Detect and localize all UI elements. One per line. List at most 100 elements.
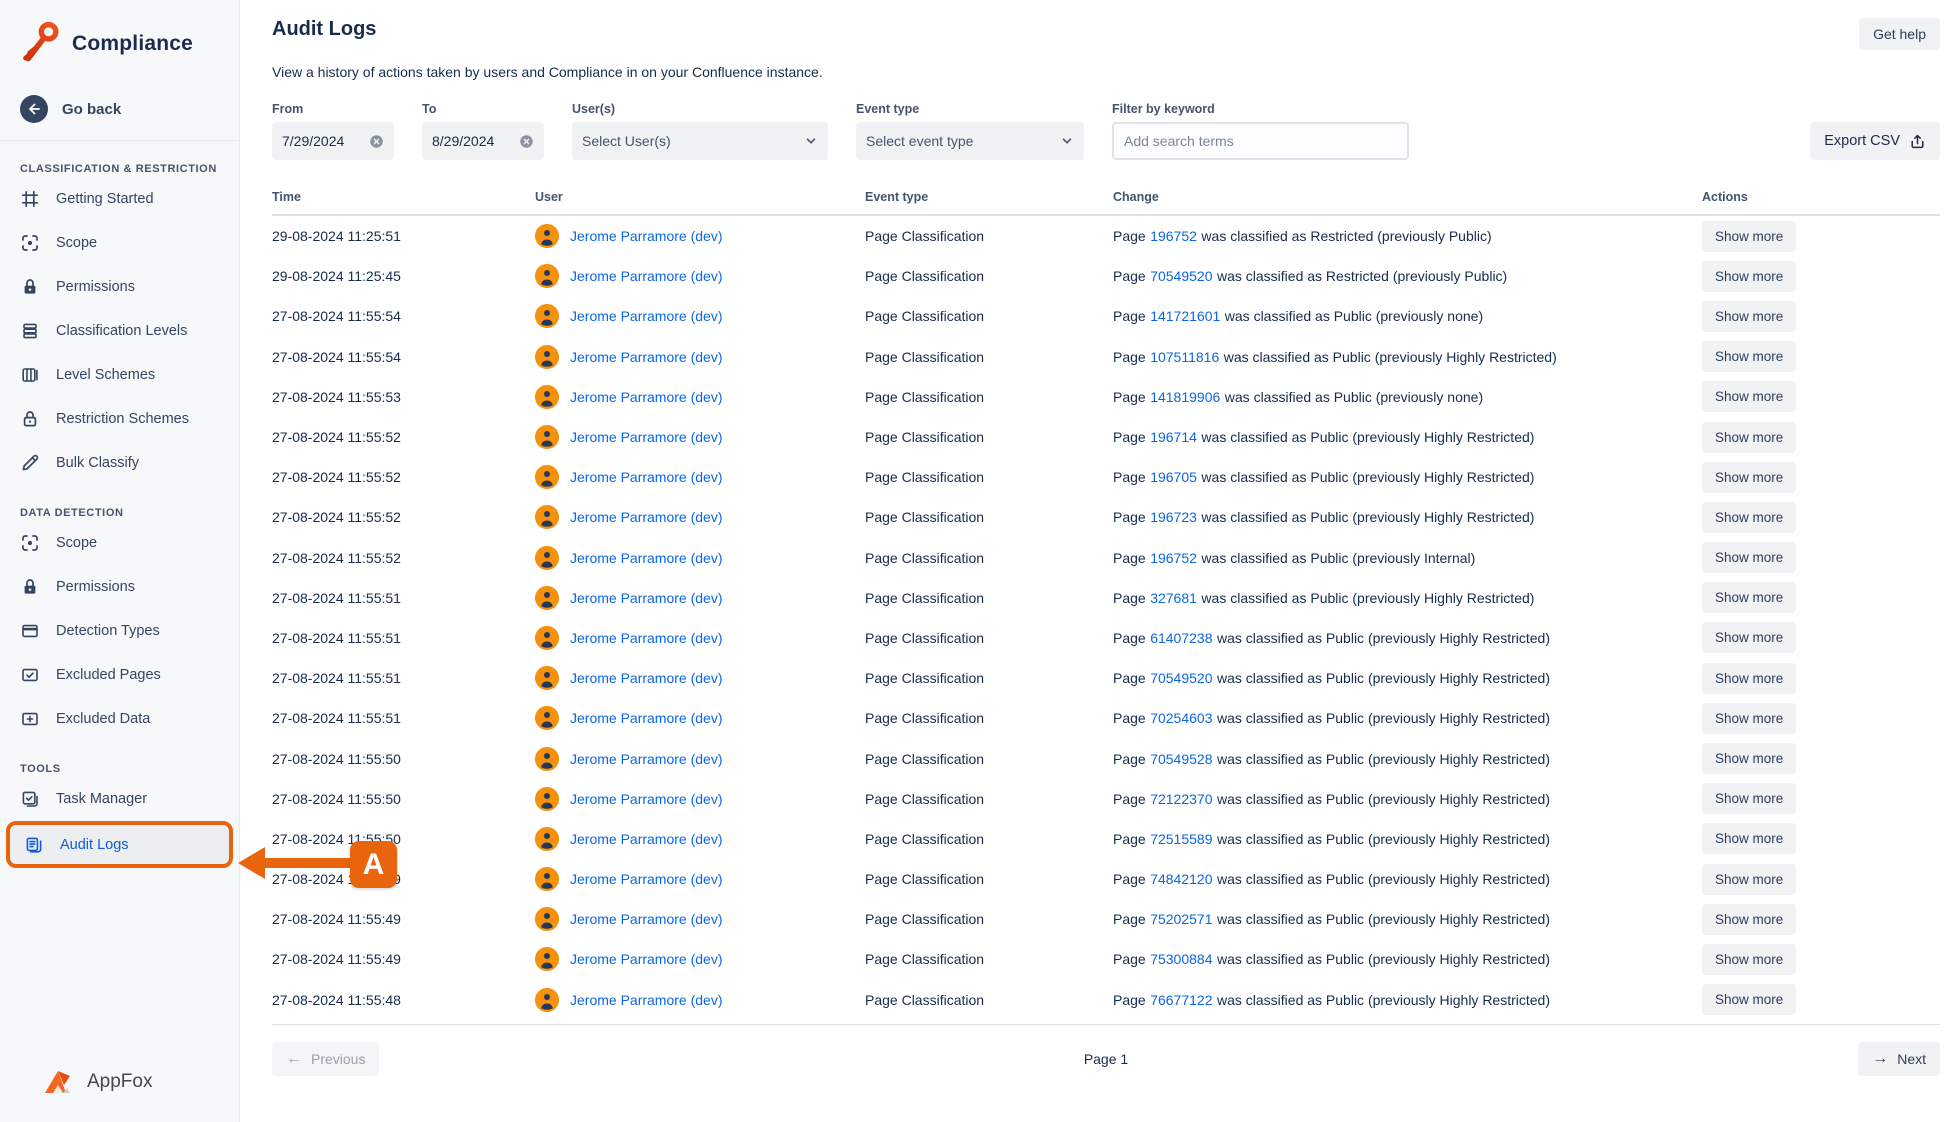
next-page-button[interactable]: → Next	[1858, 1042, 1940, 1076]
show-more-button[interactable]: Show more	[1702, 462, 1796, 493]
user-link[interactable]: Jerome Parramore (dev)	[570, 590, 723, 606]
sidebar-item-permissions-classification[interactable]: Permissions	[0, 265, 239, 309]
table-row: 27-08-2024 11:55:53 Jerome Parramore (de…	[272, 377, 1940, 417]
page-link[interactable]: 72515589	[1150, 831, 1212, 847]
show-more-button[interactable]: Show more	[1702, 422, 1796, 453]
event-type-select[interactable]: Select event type	[856, 122, 1084, 160]
change-text: was classified as Public (previously Hig…	[1224, 349, 1557, 365]
sidebar-item-level-schemes[interactable]: Level Schemes	[0, 353, 239, 397]
user-link[interactable]: Jerome Parramore (dev)	[570, 911, 723, 927]
show-more-button[interactable]: Show more	[1702, 984, 1796, 1015]
section-tools: TOOLS	[0, 763, 239, 777]
user-link[interactable]: Jerome Parramore (dev)	[570, 469, 723, 485]
user-link[interactable]: Jerome Parramore (dev)	[570, 951, 723, 967]
page-link[interactable]: 141819906	[1150, 389, 1220, 405]
user-link[interactable]: Jerome Parramore (dev)	[570, 389, 723, 405]
sidebar-item-task-manager[interactable]: Task Manager	[0, 777, 239, 821]
user-link[interactable]: Jerome Parramore (dev)	[570, 992, 723, 1008]
clear-icon[interactable]	[369, 134, 384, 149]
page-link[interactable]: 196752	[1150, 550, 1197, 566]
sidebar-item-audit-logs[interactable]: Audit Logs	[6, 821, 233, 868]
user-cell: Jerome Parramore (dev)	[535, 586, 865, 610]
show-more-button[interactable]: Show more	[1702, 221, 1796, 252]
go-back-button[interactable]: Go back	[0, 92, 239, 126]
show-more-button[interactable]: Show more	[1702, 663, 1796, 694]
page-link[interactable]: 75202571	[1150, 911, 1212, 927]
keyword-search-input[interactable]	[1124, 133, 1397, 149]
sidebar-item-excluded-data[interactable]: Excluded Data	[0, 697, 239, 741]
clear-icon[interactable]	[519, 134, 534, 149]
show-more-button[interactable]: Show more	[1702, 582, 1796, 613]
user-link[interactable]: Jerome Parramore (dev)	[570, 429, 723, 445]
show-more-button[interactable]: Show more	[1702, 823, 1796, 854]
sidebar-item-classification-levels[interactable]: Classification Levels	[0, 309, 239, 353]
page-link[interactable]: 327681	[1150, 590, 1197, 606]
change-text: was classified as Public (previously Hig…	[1217, 710, 1550, 726]
show-more-button[interactable]: Show more	[1702, 622, 1796, 653]
user-link[interactable]: Jerome Parramore (dev)	[570, 670, 723, 686]
user-link[interactable]: Jerome Parramore (dev)	[570, 791, 723, 807]
show-more-button[interactable]: Show more	[1702, 783, 1796, 814]
plusbox-icon	[20, 709, 40, 729]
table-row: 27-08-2024 11:55:52 Jerome Parramore (de…	[272, 457, 1940, 497]
show-more-button[interactable]: Show more	[1702, 261, 1796, 292]
users-select[interactable]: Select User(s)	[572, 122, 828, 160]
show-more-button[interactable]: Show more	[1702, 542, 1796, 573]
show-more-button[interactable]: Show more	[1702, 743, 1796, 774]
user-cell: Jerome Parramore (dev)	[535, 626, 865, 650]
user-link[interactable]: Jerome Parramore (dev)	[570, 228, 723, 244]
previous-page-button[interactable]: ← Previous	[272, 1042, 379, 1076]
show-more-button[interactable]: Show more	[1702, 341, 1796, 372]
user-link[interactable]: Jerome Parramore (dev)	[570, 871, 723, 887]
user-link[interactable]: Jerome Parramore (dev)	[570, 831, 723, 847]
user-link[interactable]: Jerome Parramore (dev)	[570, 349, 723, 365]
change-cell: Page 70549520 was classified as Restrict…	[1113, 268, 1702, 284]
to-date-input[interactable]: 8/29/2024	[422, 122, 544, 160]
page-link[interactable]: 70549520	[1150, 268, 1212, 284]
sidebar-item-bulk-classify[interactable]: Bulk Classify	[0, 441, 239, 485]
page-link[interactable]: 70254603	[1150, 710, 1212, 726]
page-link[interactable]: 61407238	[1150, 630, 1212, 646]
change-cell: Page 61407238 was classified as Public (…	[1113, 630, 1702, 646]
sidebar-item-excluded-pages[interactable]: Excluded Pages	[0, 653, 239, 697]
page-link[interactable]: 76677122	[1150, 992, 1212, 1008]
user-link[interactable]: Jerome Parramore (dev)	[570, 550, 723, 566]
show-more-button[interactable]: Show more	[1702, 904, 1796, 935]
user-link[interactable]: Jerome Parramore (dev)	[570, 751, 723, 767]
show-more-button[interactable]: Show more	[1702, 944, 1796, 975]
user-link[interactable]: Jerome Parramore (dev)	[570, 710, 723, 726]
page-link[interactable]: 107511816	[1150, 349, 1219, 365]
change-prefix: Page	[1113, 509, 1146, 525]
sidebar-item-restriction-schemes[interactable]: Restriction Schemes	[0, 397, 239, 441]
page-link[interactable]: 196752	[1150, 228, 1197, 244]
document-copy-icon	[24, 835, 44, 855]
page-link[interactable]: 141721601	[1150, 308, 1220, 324]
page-link[interactable]: 196723	[1150, 509, 1197, 525]
page-link[interactable]: 72122370	[1150, 791, 1212, 807]
user-link[interactable]: Jerome Parramore (dev)	[570, 268, 723, 284]
show-more-button[interactable]: Show more	[1702, 703, 1796, 734]
page-link[interactable]: 75300884	[1150, 951, 1212, 967]
show-more-button[interactable]: Show more	[1702, 502, 1796, 533]
page-link[interactable]: 196705	[1150, 469, 1197, 485]
user-link[interactable]: Jerome Parramore (dev)	[570, 509, 723, 525]
page-link[interactable]: 70549520	[1150, 670, 1212, 686]
user-avatar-icon	[535, 947, 559, 971]
sidebar-item-scope-detection[interactable]: Scope	[0, 521, 239, 565]
actions-cell: Show more	[1702, 422, 1940, 453]
page-link[interactable]: 196714	[1150, 429, 1197, 445]
show-more-button[interactable]: Show more	[1702, 301, 1796, 332]
from-date-input[interactable]: 7/29/2024	[272, 122, 394, 160]
export-csv-button[interactable]: Export CSV	[1810, 122, 1940, 160]
sidebar-item-scope-classification[interactable]: Scope	[0, 221, 239, 265]
show-more-button[interactable]: Show more	[1702, 864, 1796, 895]
page-link[interactable]: 70549528	[1150, 751, 1212, 767]
user-link[interactable]: Jerome Parramore (dev)	[570, 308, 723, 324]
sidebar-item-getting-started[interactable]: Getting Started	[0, 177, 239, 221]
get-help-button[interactable]: Get help	[1859, 18, 1940, 50]
page-link[interactable]: 74842120	[1150, 871, 1212, 887]
user-link[interactable]: Jerome Parramore (dev)	[570, 630, 723, 646]
show-more-button[interactable]: Show more	[1702, 381, 1796, 412]
sidebar-item-detection-types[interactable]: Detection Types	[0, 609, 239, 653]
sidebar-item-permissions-detection[interactable]: Permissions	[0, 565, 239, 609]
